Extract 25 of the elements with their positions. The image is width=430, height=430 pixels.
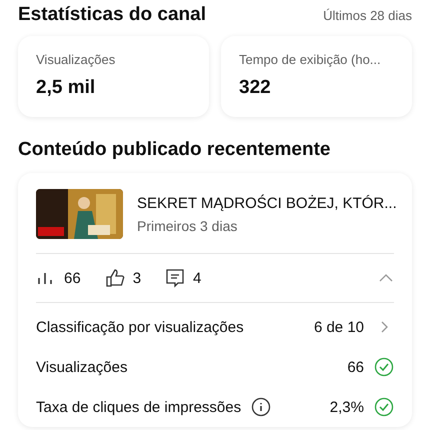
count-value: 3 — [132, 270, 142, 286]
video-title[interactable]: SEKRET MĄDROŚCI BOŻEJ, KTÓR... — [137, 194, 394, 212]
stat-label: Visualizações — [36, 52, 116, 67]
metric-value: 6 de 10 — [314, 318, 364, 336]
metric-label: Visualizações — [36, 358, 128, 376]
stat-card[interactable]: Visualizações 2,5 mil — [18, 36, 209, 117]
section-title: Estatísticas do canal — [18, 4, 206, 26]
info-icon[interactable] — [251, 397, 272, 417]
stat-label: Tempo de exibição (ho... — [239, 52, 382, 67]
check-circle-icon — [374, 397, 394, 417]
stat-value: 322 — [239, 77, 272, 99]
check-circle-icon — [374, 357, 394, 377]
count-value: 66 — [64, 270, 81, 286]
video-period: Primeiros 3 dias — [137, 218, 238, 234]
metric-label: Taxa de cliques de impressões — [36, 398, 242, 416]
stat-value: 2,5 mil — [36, 77, 96, 99]
metric-label: Classificação por visualizações — [36, 318, 244, 336]
thumbs-up-icon[interactable] — [104, 268, 125, 288]
section-title: Conteúdo publicado recentemente — [18, 139, 332, 161]
metric-value: 2,3% — [330, 398, 364, 416]
comment-icon[interactable] — [165, 268, 186, 288]
metric-value: 66 — [347, 358, 364, 376]
period-label: Últimos 28 dias — [323, 8, 412, 23]
stat-card[interactable]: Tempo de exibição (ho... 322 — [221, 36, 412, 117]
count-value: 4 — [193, 270, 202, 286]
